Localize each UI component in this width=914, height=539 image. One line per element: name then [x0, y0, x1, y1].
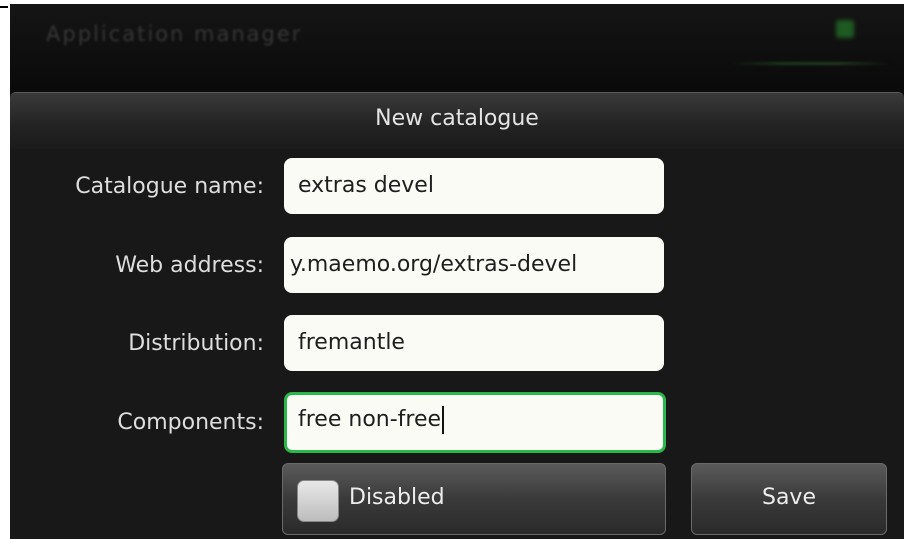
corner-mark — [0, 6, 8, 8]
distribution-label: Distribution: — [128, 331, 264, 356]
catalogue-name-field[interactable]: extras devel — [284, 158, 664, 214]
checkbox-icon[interactable] — [297, 480, 339, 522]
dialog-header: New catalogue — [10, 93, 904, 149]
components-field-value: free non-free — [298, 407, 442, 432]
save-button[interactable]: Save — [691, 463, 887, 535]
components-label: Components: — [117, 410, 264, 435]
components-field[interactable]: free non-free — [284, 392, 666, 453]
disabled-label: Disabled — [349, 485, 445, 510]
new-catalogue-dialog: New catalogue Catalogue name: extras dev… — [10, 92, 904, 539]
dialog-title: New catalogue — [375, 106, 539, 131]
disabled-checkbox-button[interactable]: Disabled — [282, 463, 666, 535]
background-app-titlebar: Application manager — [10, 4, 904, 90]
screen: Application manager New catalogue Catalo… — [10, 4, 904, 539]
web-address-field[interactable]: y.maemo.org/extras-devel — [284, 237, 664, 293]
distribution-field[interactable]: fremantle — [284, 315, 664, 371]
text-cursor — [442, 406, 445, 434]
catalogue-name-label: Catalogue name: — [75, 174, 264, 199]
background-app-title: Application manager — [46, 22, 303, 46]
web-address-label: Web address: — [115, 253, 264, 278]
background-decoration — [730, 62, 890, 65]
save-button-label: Save — [761, 485, 816, 510]
status-indicator-icon — [836, 20, 854, 38]
